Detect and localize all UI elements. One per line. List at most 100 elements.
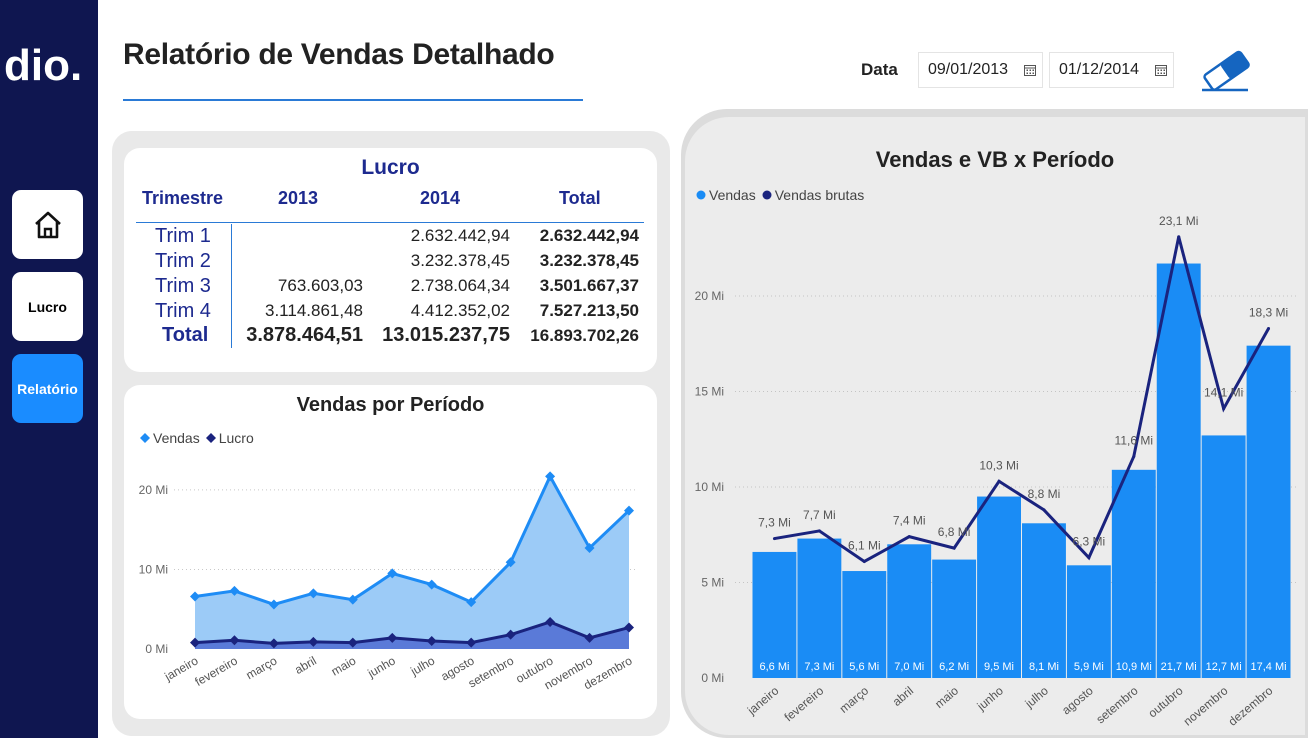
- line-data-label: 7,7 Mi: [803, 508, 836, 522]
- bar-data-label: 10,9 Mi: [1116, 661, 1152, 673]
- row-label-trim4: Trim 4: [155, 300, 211, 322]
- bar-data-label: 12,7 Mi: [1206, 661, 1242, 673]
- home-icon: [34, 211, 61, 238]
- nav-lucro-button[interactable]: Lucro: [12, 272, 83, 341]
- sidebar: dio. Lucro Relatório: [0, 0, 98, 738]
- point-vendas-brutas: [907, 535, 911, 539]
- bar-vendas: [1201, 435, 1246, 678]
- cell-total-2013: 3.878.464,51: [246, 324, 363, 346]
- date-end-input[interactable]: 01/12/2014: [1049, 52, 1174, 88]
- y-tick-label: 0 Mi: [145, 642, 168, 656]
- cell-trim3-2013: 763.603,03: [277, 276, 363, 295]
- y-tick-label: 20 Mi: [695, 289, 724, 303]
- cell-trim3-total: 3.501.667,37: [539, 276, 639, 295]
- bar-chart-legend: Vendas Vendas brutas: [696, 187, 864, 203]
- bar-vendas: [797, 538, 842, 678]
- header-total[interactable]: Total: [559, 188, 601, 209]
- point-vendas-brutas: [997, 479, 1001, 483]
- y-tick-label: 5 Mi: [701, 576, 724, 590]
- legend-label-lucro: Lucro: [218, 430, 254, 446]
- line-data-label: 11,6 Mi: [1115, 433, 1153, 447]
- header-2013[interactable]: 2013: [278, 188, 318, 209]
- point-vendas-brutas: [1222, 407, 1226, 411]
- point-vendas-brutas: [1042, 508, 1046, 512]
- bar-vendas: [752, 551, 797, 678]
- point-vendas-brutas: [1177, 235, 1181, 239]
- cell-trim3-2014: 2.738.064,34: [410, 276, 510, 295]
- bar-data-label: 21,7 Mi: [1161, 661, 1197, 673]
- line-data-label: 18,3 Mi: [1249, 305, 1288, 319]
- legend-label-vendas: Vendas: [153, 430, 200, 446]
- x-tick-label: junho: [364, 653, 398, 680]
- bar-data-label: 6,2 Mi: [939, 661, 969, 673]
- row-label-trim2: Trim 2: [155, 250, 211, 272]
- x-tick-label: agosto: [1059, 683, 1096, 717]
- area-chart-title: Vendas por Período: [296, 394, 485, 416]
- line-data-label: 6,8 Mi: [938, 525, 971, 539]
- x-tick-label: setembro: [1093, 683, 1141, 726]
- cell-trim1-total: 2.632.442,94: [539, 226, 639, 245]
- nav-relatorio-button[interactable]: Relatório: [12, 354, 83, 423]
- x-tick-label: julho: [407, 653, 437, 678]
- nav-home-button[interactable]: [12, 190, 83, 259]
- x-tick-label: abril: [890, 684, 916, 709]
- bar-data-label: 6,6 Mi: [759, 661, 789, 673]
- y-tick-label: 10 Mi: [139, 562, 168, 576]
- point-vendas-brutas: [1132, 454, 1136, 458]
- date-start-input[interactable]: 09/01/2013: [918, 52, 1043, 88]
- calendar-icon: [1024, 65, 1036, 76]
- bar-vendas: [1156, 263, 1201, 678]
- line-data-label: 10,3 Mi: [979, 458, 1018, 472]
- header-2014[interactable]: 2014: [420, 188, 460, 209]
- calendar-icon: [1155, 65, 1167, 76]
- bar-data-label: 9,5 Mi: [984, 661, 1014, 673]
- bar-vendas: [887, 544, 932, 678]
- cell-trim2-2014: 3.232.378,45: [410, 251, 510, 270]
- x-tick-label: julho: [1022, 683, 1051, 711]
- area-chart-legend: Vendas Lucro: [140, 430, 254, 446]
- header-trimestre[interactable]: Trimestre: [142, 188, 223, 209]
- bar-line-chart: 0 Mi 5 Mi 10 Mi 15 Mi 20 Mi 6,6 Mi 7,3 Mi 5,6 M…: [695, 214, 1297, 729]
- date-filter-label: Data: [861, 60, 898, 79]
- y-tick-label: 0 Mi: [701, 671, 724, 685]
- y-tick-label: 20 Mi: [139, 483, 168, 497]
- legend-item-vendas[interactable]: Vendas: [140, 430, 200, 446]
- dashboard-root: dio. Lucro Relatório Relatório de Vendas…: [0, 0, 1308, 738]
- bar-vendas: [1022, 523, 1066, 678]
- cell-trim4-2014: 4.412.352,02: [410, 301, 510, 320]
- cell-total-total: 16.893.702,26: [530, 326, 639, 345]
- x-tick-label: janeiro: [744, 683, 782, 718]
- bar-data-label: 5,9 Mi: [1074, 661, 1104, 673]
- x-tick-label: setembro: [466, 653, 517, 690]
- header-divider: [136, 222, 644, 223]
- cell-total-2014: 13.015.237,75: [382, 324, 510, 346]
- date-start-value: 09/01/2013: [928, 61, 1009, 78]
- line-data-label: 6,1 Mi: [848, 538, 881, 552]
- bar-data-label: 7,0 Mi: [894, 661, 924, 673]
- point-vendas-brutas: [862, 559, 866, 563]
- row-header-divider: [231, 224, 232, 348]
- legend-label-vendas: Vendas: [709, 187, 756, 203]
- point-vendas-brutas: [1087, 556, 1091, 560]
- x-tick-label: dezembro: [1226, 683, 1276, 728]
- y-tick-label: 10 Mi: [695, 480, 724, 494]
- line-data-label: 8,8 Mi: [1028, 487, 1061, 501]
- x-tick-label: abril: [292, 653, 319, 676]
- bar-data-label: 7,3 Mi: [804, 661, 834, 673]
- legend-item-vendas[interactable]: Vendas: [696, 187, 756, 203]
- circle-marker-icon: [696, 190, 706, 200]
- point-vendas-brutas: [817, 529, 821, 533]
- legend-label-vendas-brutas: Vendas brutas: [774, 187, 865, 203]
- x-tick-label: março: [837, 683, 872, 715]
- x-tick-label: fevereiro: [782, 683, 827, 724]
- eraser-icon[interactable]: [1198, 46, 1254, 94]
- line-data-label: 7,3 Mi: [758, 516, 791, 530]
- x-tick-label: maio: [329, 653, 359, 678]
- legend-item-vendas-brutas[interactable]: Vendas brutas: [762, 187, 865, 203]
- y-tick-label: 15 Mi: [695, 385, 724, 399]
- line-data-label: 6,3 Mi: [1073, 535, 1106, 549]
- x-tick-label: maio: [932, 683, 961, 711]
- bar-data-label: 8,1 Mi: [1029, 661, 1059, 673]
- legend-item-lucro[interactable]: Lucro: [205, 430, 254, 446]
- cell-trim1-2014: 2.632.442,94: [410, 226, 510, 245]
